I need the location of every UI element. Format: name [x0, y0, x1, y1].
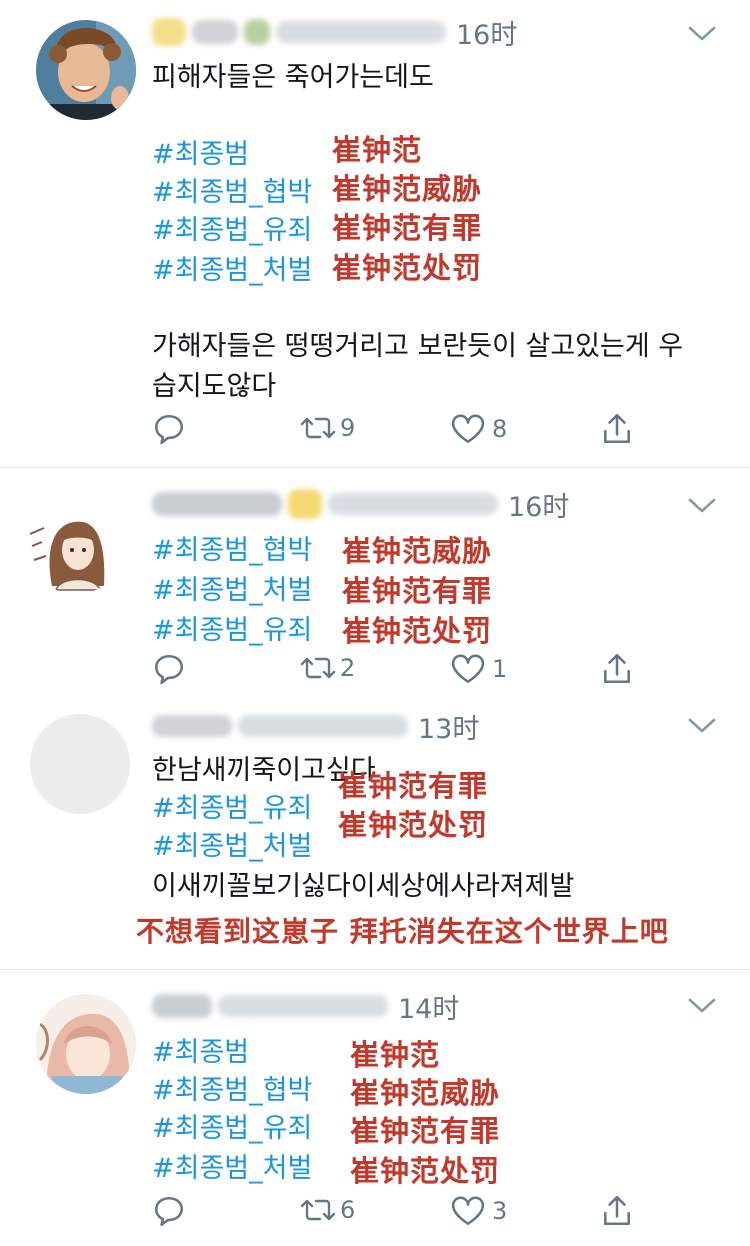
hashtag-link[interactable]: #최종법_처벌 — [152, 568, 312, 607]
translation-annotation: 崔钟范处罚 — [332, 251, 483, 285]
tweet[interactable]: 16时 피해자들은 죽어가는데도 #최종범 #최종범_협박 #최종법_유죄 #최… — [0, 0, 750, 468]
hashtag-link[interactable]: #최종범_처벌 — [152, 1146, 312, 1185]
share-button[interactable] — [600, 412, 634, 446]
like-icon — [450, 1194, 486, 1228]
tweet-time: 13时 — [418, 713, 480, 745]
hashtag-link[interactable]: #최종범_처벌 — [152, 248, 312, 287]
blurred-username — [152, 492, 282, 516]
tweet-text: 피해자들은 죽어가는데도 — [152, 62, 434, 93]
reply-button[interactable] — [152, 1194, 186, 1228]
translation-annotation: 崔钟范处罚 — [342, 614, 493, 648]
blurred-handle — [238, 715, 408, 737]
tweet-header: 16时 — [152, 484, 569, 524]
retweet-count: 2 — [340, 654, 356, 682]
retweet-icon — [298, 412, 338, 444]
hashtag-link[interactable]: #최종범_유죄 — [152, 608, 312, 647]
hashtag-link[interactable]: #최종법_유죄 — [152, 208, 312, 247]
tweet-text: 이새끼꼴보기싫다이세상에사라져제발 — [152, 871, 575, 902]
chevron-down-icon[interactable] — [682, 990, 722, 1020]
blurred-username — [192, 20, 238, 44]
reply-icon — [152, 1194, 186, 1228]
hashtag-link[interactable]: #최종범_유죄 — [152, 786, 312, 825]
hashtag-link[interactable]: #최종범_협박 — [152, 528, 312, 567]
reply-button[interactable] — [152, 652, 186, 686]
tweet-text: 습지도않다 — [152, 371, 277, 402]
blurred-username — [288, 489, 322, 519]
share-icon — [600, 1194, 634, 1228]
tweet-actions: 2 1 — [0, 652, 750, 692]
reply-button[interactable] — [152, 412, 186, 446]
tweet-time: 16时 — [456, 19, 518, 51]
translation-annotation: 崔钟范 — [350, 1038, 441, 1072]
translation-annotation: 崔钟范 — [332, 133, 423, 167]
share-button[interactable] — [600, 652, 634, 686]
chevron-down-icon[interactable] — [682, 710, 722, 740]
like-count: 1 — [492, 655, 508, 683]
blurred-username — [244, 19, 270, 45]
blurred-handle — [328, 493, 498, 515]
avatar[interactable] — [36, 994, 136, 1094]
like-button[interactable]: 3 — [450, 1194, 507, 1228]
translation-annotation: 崔钟范处罚 — [350, 1154, 501, 1188]
chevron-down-icon[interactable] — [682, 18, 722, 48]
hashtag-link[interactable]: #최종범 — [152, 132, 249, 171]
tweet-header: 13时 — [152, 706, 479, 746]
blurred-handle — [218, 995, 388, 1017]
like-count: 3 — [492, 1197, 508, 1225]
retweet-button[interactable]: 2 — [298, 652, 355, 684]
translation-annotation: 崔钟范有罪 — [342, 574, 493, 608]
reply-icon — [152, 412, 186, 446]
translation-annotation: 崔钟范威胁 — [332, 172, 483, 206]
avatar[interactable] — [30, 714, 130, 814]
chevron-down-icon[interactable] — [682, 490, 722, 520]
share-icon — [600, 412, 634, 446]
tweet-header: 14时 — [152, 986, 459, 1026]
tweet-text: 가해자들은 떵떵거리고 보란듯이 살고있는게 우 — [152, 331, 684, 362]
blurred-username — [152, 18, 186, 46]
hashtag-link[interactable]: #최종법_유죄 — [152, 1106, 312, 1145]
like-icon — [450, 412, 486, 446]
share-icon — [600, 652, 634, 686]
translation-annotation: 崔钟范有罪 — [338, 769, 489, 803]
retweet-icon — [298, 652, 338, 684]
avatar[interactable] — [26, 494, 126, 594]
retweet-button[interactable]: 9 — [298, 412, 355, 444]
translation-annotation: 崔钟范有罪 — [332, 211, 483, 245]
tweet-actions: 9 8 — [0, 412, 750, 452]
retweet-icon — [298, 1194, 338, 1226]
hashtag-link[interactable]: #최종법_처벌 — [152, 824, 312, 863]
hashtag-link[interactable]: #최종범_협박 — [152, 170, 312, 209]
tweet-header: 16时 — [152, 12, 517, 52]
tweet[interactable]: 16时 #최종범_협박 #최종법_처벌 #최종범_유죄 崔钟范威胁 崔钟范有罪 … — [0, 468, 750, 700]
blurred-username — [152, 715, 232, 737]
translation-annotation: 崔钟范威胁 — [342, 534, 493, 568]
tweet-actions: 6 3 — [0, 1194, 750, 1234]
avatar[interactable] — [36, 20, 136, 120]
tweet[interactable]: 13时 한남새끼죽이고싶다 #최종범_유죄 #최종법_처벌 崔钟范有罪 崔钟范处… — [0, 700, 750, 970]
blurred-username — [152, 994, 212, 1018]
translation-annotation: 崔钟范处罚 — [338, 808, 489, 842]
translation-annotation: 崔钟范有罪 — [350, 1114, 501, 1148]
blurred-handle — [276, 21, 446, 43]
hashtag-link[interactable]: #최종범_협박 — [152, 1068, 312, 1107]
translation-caption: 不想看到这崽子 拜托消失在这个世界上吧 — [136, 915, 669, 948]
share-button[interactable] — [600, 1194, 634, 1228]
like-button[interactable]: 8 — [450, 412, 507, 446]
translation-annotation: 崔钟范威胁 — [350, 1076, 501, 1110]
tweet[interactable]: 14时 #최종범 #최종범_협박 #최종법_유죄 #최종범_처벌 崔钟范 崔钟范… — [0, 970, 750, 1246]
like-button[interactable]: 1 — [450, 652, 507, 686]
retweet-count: 6 — [340, 1196, 356, 1224]
retweet-count: 9 — [340, 414, 356, 442]
retweet-button[interactable]: 6 — [298, 1194, 355, 1226]
hashtag-link[interactable]: #최종범 — [152, 1030, 249, 1069]
tweet-time: 16时 — [508, 491, 570, 523]
reply-icon — [152, 652, 186, 686]
like-icon — [450, 652, 486, 686]
like-count: 8 — [492, 415, 508, 443]
tweet-time: 14时 — [398, 993, 460, 1025]
